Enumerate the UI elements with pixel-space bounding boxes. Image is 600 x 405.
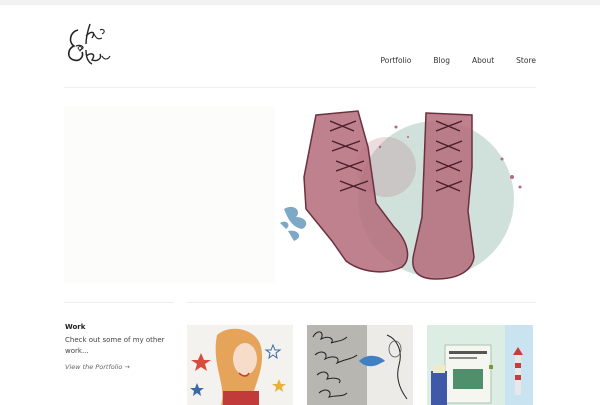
work-description: Check out some of my other work... <box>65 336 165 355</box>
hero-placeholder <box>64 107 275 283</box>
book-lighthouse-illustration-icon <box>427 325 533 405</box>
nav-portfolio[interactable]: Portfolio <box>381 56 412 65</box>
nav-store[interactable]: Store <box>516 56 536 65</box>
hero-image[interactable] <box>276 107 536 283</box>
view-portfolio-link[interactable]: View the Portfolio → <box>65 363 130 371</box>
portfolio-thumbnail-1[interactable] <box>187 325 293 405</box>
nav-about[interactable]: About <box>472 56 494 65</box>
main-nav: Portfolio Blog About Store <box>381 56 536 65</box>
miss-kea-script-logo-icon <box>67 23 111 65</box>
portfolio-thumbnail-3[interactable] <box>427 325 533 405</box>
nav-blog[interactable]: Blog <box>433 56 450 65</box>
redhead-girl-stars-illustration-icon <box>190 328 286 405</box>
lace-up-boots-illustration-icon <box>280 110 522 280</box>
header-divider <box>64 87 536 88</box>
portfolio-thumbnail-2[interactable] <box>307 325 413 405</box>
work-divider <box>64 302 174 303</box>
thumbs-divider <box>187 302 536 303</box>
work-heading: Work <box>65 323 86 331</box>
top-bar <box>0 0 600 5</box>
lettering-blue-bird-illustration-icon <box>307 325 413 405</box>
site-logo[interactable] <box>64 20 114 70</box>
